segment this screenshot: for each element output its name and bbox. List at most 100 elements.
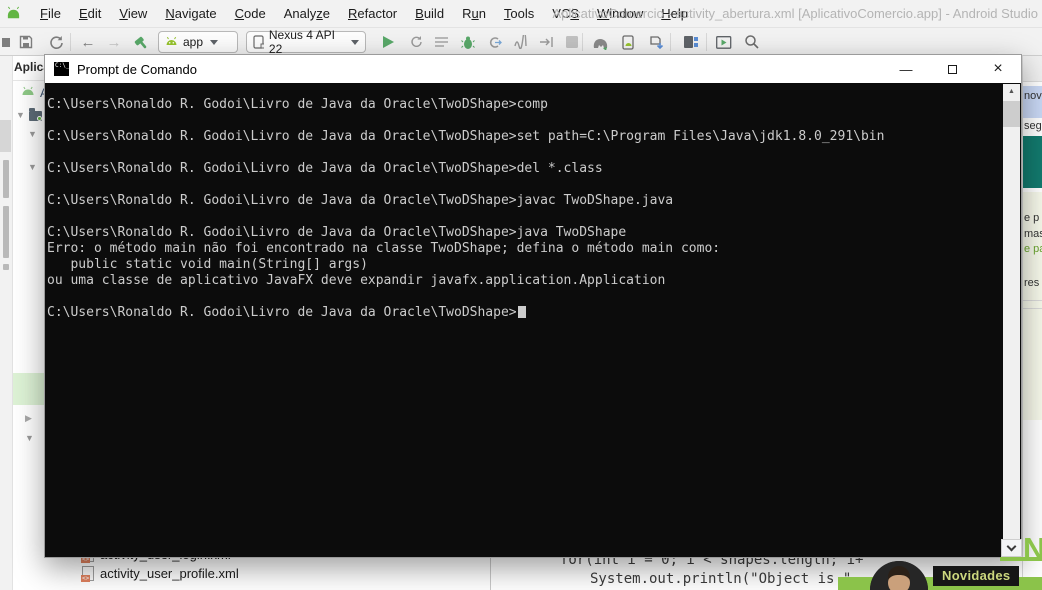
run-icon[interactable] bbox=[378, 32, 398, 52]
build-hammer-icon[interactable] bbox=[132, 32, 152, 52]
search-icon[interactable] bbox=[742, 32, 762, 52]
module-selector-value: app bbox=[183, 35, 204, 49]
cmd-icon bbox=[54, 62, 69, 76]
scroll-up-icon[interactable]: ▲ bbox=[1003, 84, 1020, 99]
menu-analyze[interactable]: Analyze bbox=[275, 6, 339, 21]
attach-debugger-icon[interactable] bbox=[484, 32, 504, 52]
tree-selection-highlight bbox=[13, 373, 44, 405]
menu-navigate[interactable]: Navigate bbox=[156, 6, 225, 21]
selected-row-fragment: novo bbox=[1023, 86, 1042, 118]
text-fragment: mas bbox=[1024, 228, 1042, 240]
main-toolbar: ← → app Nexus 4 API 22 bbox=[0, 28, 1042, 56]
project-structure-icon[interactable] bbox=[682, 32, 702, 52]
terminal-line: C:\Users\Ronaldo R. Godoi\Livro de Java … bbox=[47, 193, 674, 208]
scrollbar-thumb[interactable] bbox=[1003, 101, 1020, 127]
menu-code[interactable]: Code bbox=[226, 6, 275, 21]
chevron-down-icon bbox=[1006, 541, 1017, 551]
close-button[interactable]: × bbox=[975, 55, 1021, 83]
toolbar-separator bbox=[706, 33, 707, 51]
project-tab-label[interactable]: Aplicativ bbox=[14, 60, 44, 74]
terminal-scrollbar[interactable]: ▲ ▼ bbox=[1003, 84, 1020, 557]
collapse-overlay-button[interactable] bbox=[1001, 539, 1022, 557]
terminal-line: C:\Users\Ronaldo R. Godoi\Livro de Java … bbox=[47, 305, 987, 321]
tool-window-button[interactable] bbox=[3, 264, 9, 270]
gradle-sync-icon[interactable] bbox=[590, 32, 610, 52]
panel-fragment bbox=[1023, 56, 1042, 82]
device-selector-value: Nexus 4 API 22 bbox=[268, 28, 335, 56]
apply-changes-icon[interactable] bbox=[406, 32, 426, 52]
menu-view[interactable]: View bbox=[110, 6, 156, 21]
android-icon bbox=[22, 86, 34, 95]
tool-window-button[interactable] bbox=[3, 160, 9, 198]
open-icon[interactable] bbox=[0, 32, 12, 52]
menu-file[interactable]: File bbox=[31, 6, 70, 21]
terminal-line: C:\Users\Ronaldo R. Godoi\Livro de Java … bbox=[47, 97, 548, 112]
forward-icon[interactable]: → bbox=[104, 32, 124, 52]
text-fragment: e pa bbox=[1024, 243, 1042, 255]
text-fragment: seg bbox=[1024, 120, 1042, 132]
window-title: AplicativoComercio - activity_abertura.x… bbox=[552, 6, 1038, 21]
tool-window-button-active[interactable] bbox=[0, 120, 11, 152]
device-icon bbox=[253, 35, 264, 49]
minimize-button[interactable]: — bbox=[883, 55, 929, 83]
toolbar-separator bbox=[70, 33, 71, 51]
menu-run[interactable]: Run bbox=[453, 6, 495, 21]
toolbar-separator bbox=[582, 33, 583, 51]
stop-icon[interactable] bbox=[562, 32, 582, 52]
tree-expand-icon[interactable]: ▼ bbox=[25, 434, 34, 443]
tree-collapse-icon[interactable]: ▶ bbox=[25, 414, 32, 423]
chevron-down-icon bbox=[210, 39, 219, 45]
folder-status-dot bbox=[37, 116, 42, 121]
terminal-line: C:\Users\Ronaldo R. Godoi\Livro de Java … bbox=[47, 161, 603, 176]
device-selector[interactable]: Nexus 4 API 22 bbox=[246, 28, 366, 56]
sdk-manager-icon[interactable] bbox=[646, 32, 666, 52]
channel-badge[interactable]: Novidades bbox=[933, 566, 1020, 586]
sync-icon[interactable] bbox=[46, 32, 66, 52]
maximize-button[interactable] bbox=[929, 55, 975, 83]
save-icon[interactable] bbox=[16, 32, 36, 52]
menu-build[interactable]: Build bbox=[406, 6, 453, 21]
menu-refactor[interactable]: Refactor bbox=[339, 6, 406, 21]
module-selector[interactable]: app bbox=[158, 31, 238, 53]
channel-avatar[interactable] bbox=[870, 561, 928, 590]
debug-icon[interactable] bbox=[458, 32, 478, 52]
restart-activity-icon[interactable] bbox=[536, 32, 556, 52]
teal-block-fragment bbox=[1023, 136, 1042, 188]
tool-window-strip bbox=[0, 56, 13, 590]
terminal-line: ou uma classe de aplicativo JavaFX deve … bbox=[47, 273, 666, 288]
tree-file-row[interactable]: activity_user_profile.xml bbox=[81, 566, 239, 582]
maximize-icon bbox=[947, 64, 957, 74]
profiler-icon[interactable] bbox=[510, 32, 530, 52]
menu-tools[interactable]: Tools bbox=[495, 6, 543, 21]
back-icon[interactable]: ← bbox=[78, 32, 98, 52]
tree-expand-icon[interactable]: ▼ bbox=[16, 111, 25, 120]
running-devices-icon[interactable] bbox=[714, 32, 734, 52]
terminal-cursor bbox=[517, 306, 526, 318]
device-manager-icon[interactable] bbox=[618, 32, 638, 52]
run-configurations-icon[interactable] bbox=[432, 32, 452, 52]
terminal-line: public static void main(String[] args) bbox=[47, 257, 368, 272]
xml-file-icon bbox=[81, 566, 94, 582]
toolbar-separator bbox=[670, 33, 671, 51]
tree-expand-icon[interactable]: ▼ bbox=[28, 130, 37, 139]
android-studio-logo-icon bbox=[7, 6, 20, 19]
cmd-titlebar[interactable]: Prompt de Comando — × bbox=[45, 55, 1021, 83]
text-fragment: novo bbox=[1024, 90, 1042, 102]
menu-edit[interactable]: Edit bbox=[70, 6, 110, 21]
terminal-output[interactable]: C:\Users\Ronaldo R. Godoi\Livro de Java … bbox=[47, 97, 987, 321]
editor-code-line: System.out.println("Object is " bbox=[590, 571, 852, 587]
terminal-line: C:\Users\Ronaldo R. Godoi\Livro de Java … bbox=[47, 129, 885, 144]
terminal-line: Erro: o método main não foi encontrado n… bbox=[47, 241, 721, 256]
panel-divider bbox=[490, 558, 491, 590]
android-icon bbox=[166, 36, 177, 45]
file-name: activity_user_profile.xml bbox=[100, 566, 239, 581]
tool-window-button[interactable] bbox=[3, 206, 9, 258]
command-prompt-window[interactable]: Prompt de Comando — × C:\Users\Ronaldo R… bbox=[44, 54, 1022, 558]
text-fragment: e p bbox=[1024, 212, 1040, 224]
tree-expand-icon[interactable]: ▼ bbox=[28, 163, 37, 172]
overlay-heading-letter: N bbox=[1023, 531, 1042, 566]
